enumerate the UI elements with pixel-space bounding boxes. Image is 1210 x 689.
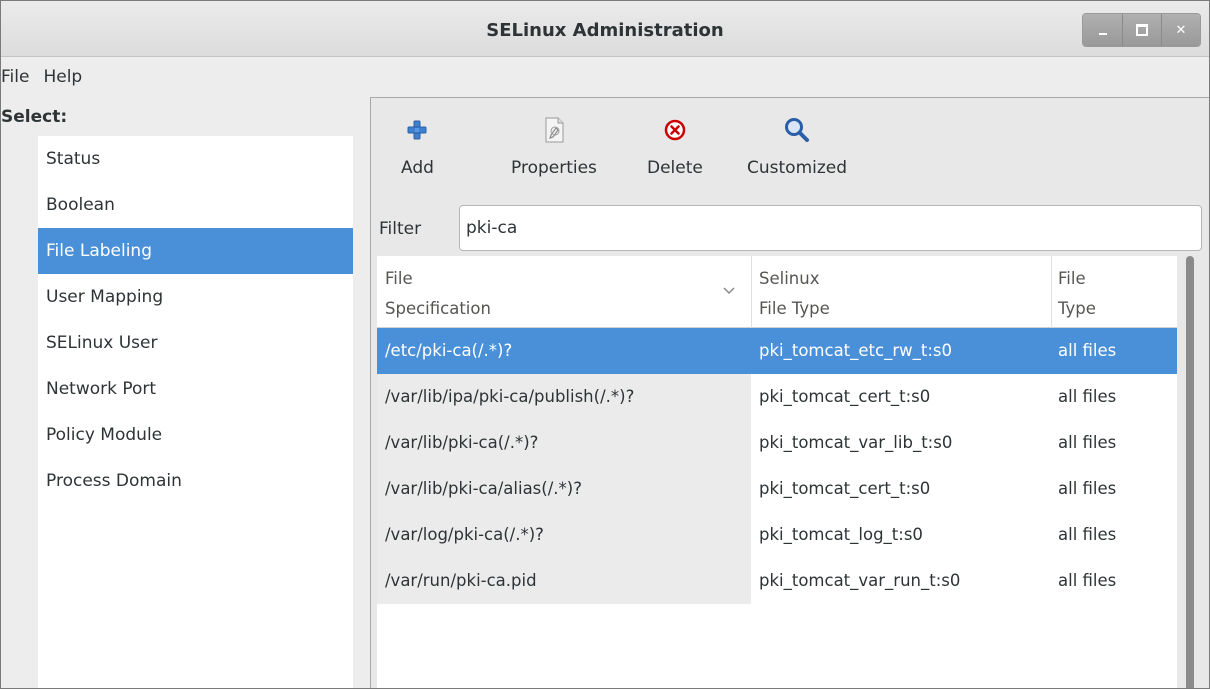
cell-file-type: all files [1058, 387, 1117, 406]
cell-file-type: all files [1058, 341, 1117, 360]
search-icon [747, 116, 847, 144]
sidebar-item-status[interactable]: Status [38, 136, 353, 182]
minimize-button[interactable] [1083, 14, 1122, 46]
cell-file-specification: /var/lib/ipa/pki-ca/publish(/.*)? [377, 374, 751, 420]
table-scrollbar[interactable] [1182, 256, 1198, 688]
cell-selinux-file-type: pki_tomcat_cert_t:s0 [759, 387, 931, 406]
properties-icon [511, 116, 597, 144]
cell-file-specification: /var/log/pki-ca(/.*)? [377, 512, 751, 558]
filter-label: Filter [379, 219, 422, 239]
selinux-admin-window: SELinux Administration File Help Select:… [0, 0, 1210, 689]
close-button[interactable] [1161, 14, 1200, 46]
cell-file-type: all files [1058, 525, 1117, 544]
table-row[interactable]: /var/lib/ipa/pki-ca/publish(/.*)? pki_to… [377, 374, 1177, 420]
column-separator[interactable] [1051, 256, 1052, 328]
sidebar-item-file-labeling[interactable]: File Labeling [38, 228, 353, 274]
cell-selinux-file-type: pki_tomcat_cert_t:s0 [759, 479, 931, 498]
column-header-line: Selinux [759, 269, 820, 288]
sidebar-item-network-port[interactable]: Network Port [38, 366, 353, 412]
table-row[interactable]: /var/log/pki-ca(/.*)? pki_tomcat_log_t:s… [377, 512, 1177, 558]
cell-selinux-file-type: pki_tomcat_log_t:s0 [759, 525, 923, 544]
column-header-line: Type [1058, 299, 1096, 318]
column-header-line: File [385, 269, 413, 288]
cell-selinux-file-type: pki_tomcat_var_run_t:s0 [759, 571, 961, 590]
menu-help[interactable]: Help [43, 67, 90, 87]
menu-file[interactable]: File [1, 67, 37, 87]
window-title: SELinux Administration [486, 20, 724, 41]
sidebar-item-boolean[interactable]: Boolean [38, 182, 353, 228]
maximize-button[interactable] [1122, 14, 1161, 46]
column-header-selinux-file-type[interactable]: Selinux File Type [759, 264, 830, 324]
table-row[interactable]: /etc/pki-ca(/.*)? pki_tomcat_etc_rw_t:s0… [377, 328, 1177, 374]
menubar: File Help [1, 57, 1209, 97]
column-header-file-type[interactable]: File Type [1058, 264, 1096, 324]
column-header-line: Specification [385, 299, 491, 318]
table-header: File Specification Selinux File Type Fil… [377, 256, 1177, 328]
cell-file-specification: /var/run/pki-ca.pid [377, 558, 751, 604]
add-label: Add [401, 158, 434, 178]
properties-label: Properties [511, 158, 597, 178]
table-row[interactable]: /var/lib/pki-ca(/.*)? pki_tomcat_var_lib… [377, 420, 1177, 466]
customized-button[interactable]: Customized [747, 116, 847, 178]
plus-icon [401, 116, 434, 144]
column-header-line: File Type [759, 299, 830, 318]
file-labeling-table: File Specification Selinux File Type Fil… [377, 256, 1177, 688]
window-controls [1082, 13, 1201, 47]
titlebar: SELinux Administration [1, 1, 1209, 57]
cell-file-type: all files [1058, 433, 1117, 452]
cell-file-specification: /var/lib/pki-ca(/.*)? [377, 420, 751, 466]
toolbar: Add Properties Delete Customized [371, 98, 1209, 194]
filter-row: Filter [379, 206, 431, 252]
add-button[interactable]: Add [401, 116, 434, 178]
filter-input[interactable] [459, 205, 1202, 251]
cell-selinux-file-type: pki_tomcat_var_lib_t:s0 [759, 433, 953, 452]
column-separator[interactable] [751, 256, 752, 328]
cell-file-specification: /etc/pki-ca(/.*)? [377, 328, 751, 374]
cell-file-type: all files [1058, 571, 1117, 590]
cell-selinux-file-type: pki_tomcat_etc_rw_t:s0 [759, 341, 952, 360]
column-header-line: File [1058, 269, 1086, 288]
chevron-down-icon [723, 280, 735, 300]
sidebar-item-user-mapping[interactable]: User Mapping [38, 274, 353, 320]
file-labeling-pane: Add Properties Delete Customized Filter … [370, 97, 1209, 688]
sidebar-item-policy-module[interactable]: Policy Module [38, 412, 353, 458]
customized-label: Customized [747, 158, 848, 178]
delete-label: Delete [647, 158, 703, 178]
delete-icon [647, 116, 703, 144]
column-header-file-specification[interactable]: File Specification [385, 264, 491, 324]
cell-file-specification: /var/lib/pki-ca/alias(/.*)? [377, 466, 751, 512]
sidebar-item-selinux-user[interactable]: SELinux User [38, 320, 353, 366]
delete-button[interactable]: Delete [647, 116, 703, 178]
table-row[interactable]: /var/run/pki-ca.pid pki_tomcat_var_run_t… [377, 558, 1177, 604]
select-label: Select: [1, 107, 68, 127]
sidebar-item-process-domain[interactable]: Process Domain [38, 458, 353, 504]
sidebar: Status Boolean File Labeling User Mappin… [38, 136, 353, 688]
properties-button[interactable]: Properties [511, 116, 597, 178]
scrollbar-thumb[interactable] [1186, 256, 1194, 688]
cell-file-type: all files [1058, 479, 1117, 498]
table-row[interactable]: /var/lib/pki-ca/alias(/.*)? pki_tomcat_c… [377, 466, 1177, 512]
